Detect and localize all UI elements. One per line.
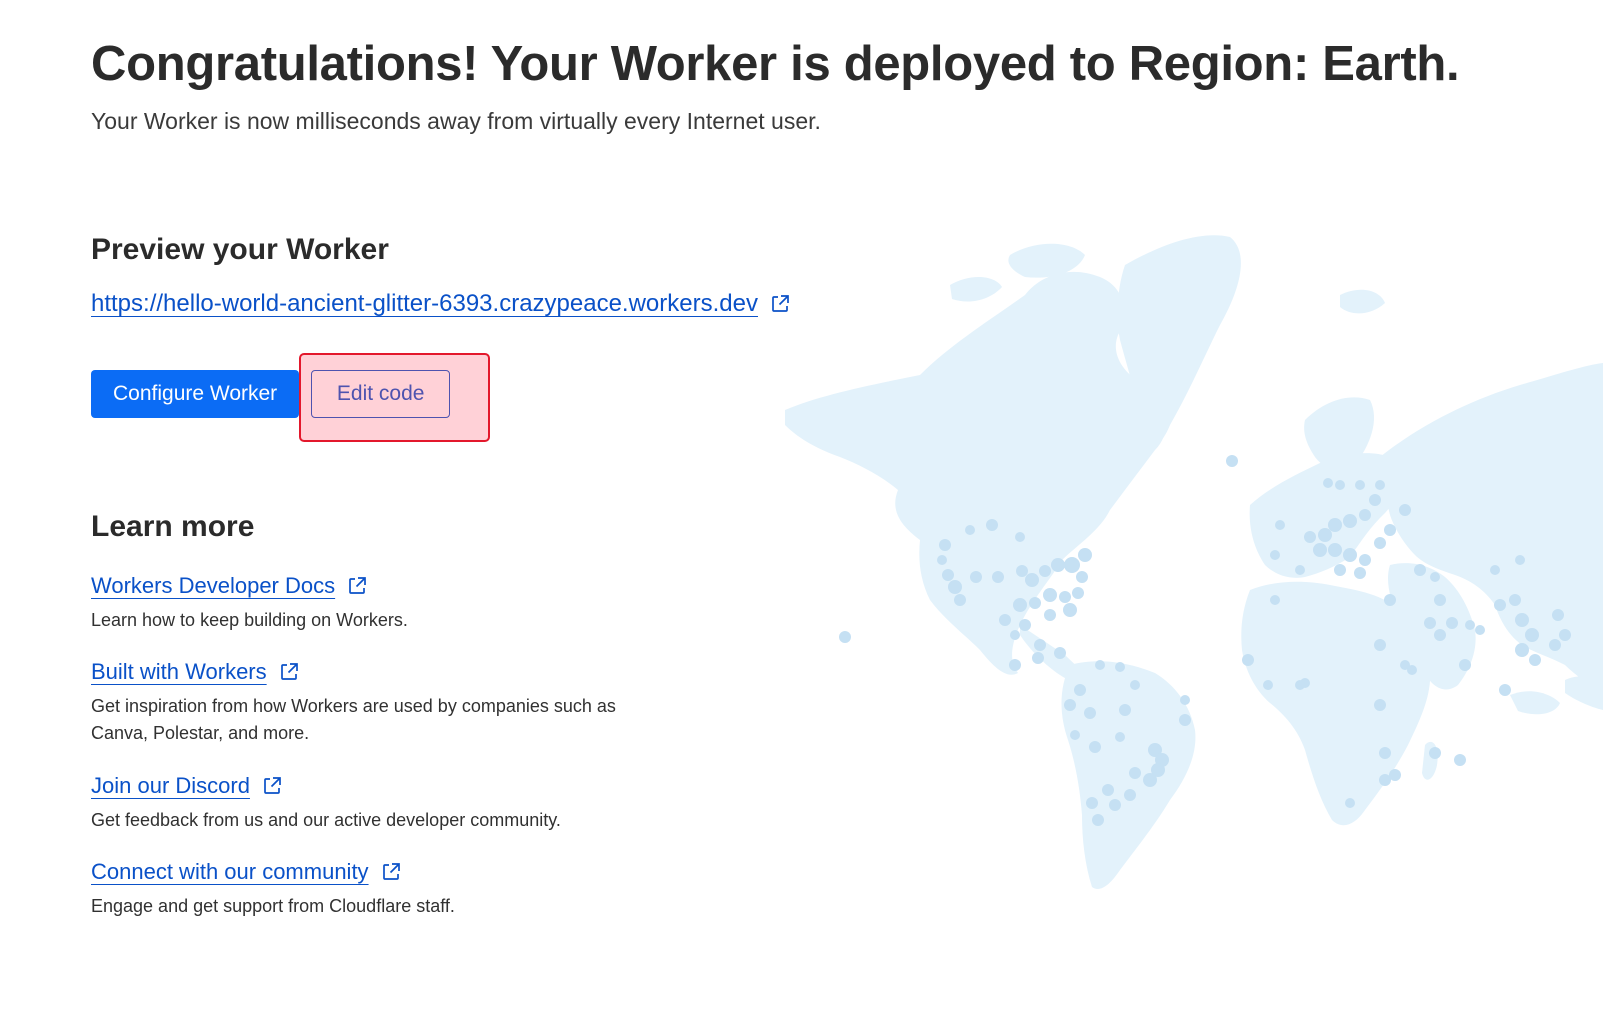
discord-label: Join our Discord [91, 773, 250, 798]
page-title: Congratulations! Your Worker is deployed… [91, 37, 1460, 91]
community-label: Connect with our community [91, 859, 369, 884]
built-with-workers-link[interactable]: Built with Workers [91, 659, 299, 685]
external-link-icon [347, 576, 367, 596]
configure-worker-button[interactable]: Configure Worker [91, 370, 300, 418]
edit-code-button[interactable]: Edit code [311, 370, 451, 418]
resource-workers-docs: Workers Developer Docs Learn how to keep… [91, 573, 651, 634]
worker-deployed-page: Congratulations! Your Worker is deployed… [0, 0, 1603, 1030]
resource-discord: Join our Discord Get feedback from us an… [91, 773, 651, 834]
community-link[interactable]: Connect with our community [91, 859, 401, 885]
resource-community: Connect with our community Engage and ge… [91, 859, 651, 920]
discord-description: Get feedback from us and our active deve… [91, 810, 561, 830]
external-link-icon [262, 776, 282, 796]
preview-section-title: Preview your Worker [91, 233, 389, 266]
learn-more-title: Learn more [91, 510, 255, 543]
built-with-workers-description: Get inspiration from how Workers are use… [91, 696, 616, 743]
workers-docs-link[interactable]: Workers Developer Docs [91, 573, 367, 599]
page-subtitle: Your Worker is now milliseconds away fro… [91, 108, 821, 134]
workers-docs-description: Learn how to keep building on Workers. [91, 610, 408, 630]
worker-preview-url: https://hello-world-ancient-glitter-6393… [91, 290, 758, 317]
worker-preview-link[interactable]: https://hello-world-ancient-glitter-6393… [91, 290, 790, 318]
resource-built-with-workers: Built with Workers Get inspiration from … [91, 659, 651, 747]
discord-link[interactable]: Join our Discord [91, 773, 282, 799]
community-description: Engage and get support from Cloudflare s… [91, 896, 455, 916]
world-map-illustration [785, 235, 1603, 890]
external-link-icon [279, 662, 299, 682]
worker-actions: Configure Worker Edit code [91, 370, 451, 418]
workers-docs-label: Workers Developer Docs [91, 573, 336, 598]
built-with-workers-label: Built with Workers [91, 659, 267, 684]
external-link-icon [770, 294, 790, 314]
external-link-icon [381, 862, 401, 882]
